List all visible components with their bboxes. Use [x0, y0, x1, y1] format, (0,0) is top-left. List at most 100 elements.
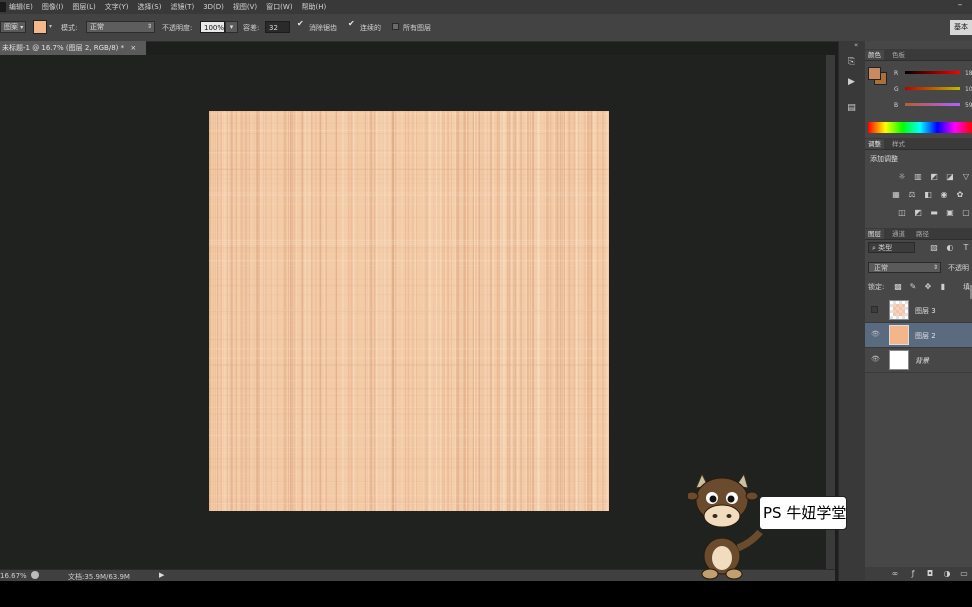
channel-g-value[interactable]: 10	[965, 86, 972, 93]
eye-icon[interactable]: 👁	[871, 330, 880, 338]
new-adjustment-icon[interactable]: ◑	[942, 569, 952, 578]
actions-play-icon[interactable]: ▶	[843, 74, 860, 90]
adjust-panel-tabs: 调整 样式	[865, 138, 972, 150]
menu-select[interactable]: 选择(S)	[138, 2, 162, 12]
menu-view[interactable]: 视图(V)	[233, 2, 257, 12]
channel-g-label: G	[894, 86, 899, 93]
posterize-icon[interactable]: ◩	[913, 208, 923, 217]
gradient-map-icon[interactable]: ▣	[945, 208, 955, 217]
blend-mode-value: 正常	[874, 264, 888, 272]
exposure-icon[interactable]: ◪	[945, 172, 955, 181]
channel-mixer-icon[interactable]: ✿	[955, 190, 965, 199]
link-layers-icon[interactable]: ∞	[890, 569, 900, 578]
fill-swatch[interactable]	[33, 20, 47, 34]
menu-edit[interactable]: 编辑(E)	[9, 2, 33, 12]
brightness-icon[interactable]: ☼	[897, 172, 907, 181]
lock-move-icon[interactable]: ✥	[923, 282, 933, 291]
minimize-icon[interactable]: –	[954, 0, 966, 12]
layer-thumbnail	[889, 325, 909, 345]
layer-name[interactable]: 背景	[915, 356, 929, 366]
layer-row[interactable]: 图层 3	[865, 298, 972, 323]
antialias-checkbox[interactable]: ✔	[297, 19, 304, 28]
type-filter-icon[interactable]: T	[961, 243, 971, 252]
adjustment-filter-icon[interactable]: ◐	[945, 243, 955, 252]
export-icon[interactable]	[31, 571, 39, 579]
tab-styles[interactable]: 样式	[889, 139, 908, 149]
new-group-icon[interactable]: ▭	[959, 569, 969, 578]
vibrance-icon[interactable]: ▽	[961, 172, 971, 181]
curves-icon[interactable]: ◩	[929, 172, 939, 181]
zoom-level[interactable]: 16.67%	[0, 572, 27, 580]
channel-b-value[interactable]: 59	[965, 102, 972, 109]
layer-row[interactable]: 👁 背景	[865, 348, 972, 373]
color-balance-icon[interactable]: ⚖	[907, 190, 917, 199]
history-icon[interactable]: ⎘	[843, 54, 860, 70]
channel-g-slider[interactable]	[905, 87, 960, 90]
options-bar: 图案 ▾ ▾ 模式: 正常 ⇕ 不透明度: 100% ▾ 容差: 32 ✔ 消除锯…	[0, 14, 972, 42]
add-mask-icon[interactable]: ◘	[925, 569, 935, 578]
workspace-button[interactable]: 基本	[950, 20, 972, 35]
panels-column: 颜色 色板 R 18 G 10 B 59 调整 样式 添加调整 ☼ ▥ ◩ ◪ …	[865, 41, 972, 581]
tolerance-input[interactable]: 32	[265, 21, 290, 33]
menu-3d[interactable]: 3D(D)	[203, 3, 224, 11]
tab-color[interactable]: 颜色	[865, 50, 884, 60]
mode-select[interactable]: 正常 ⇕	[86, 21, 155, 33]
hue-saturation-icon[interactable]: ▦	[891, 190, 901, 199]
mascot-speech-bubble: PS 牛妞学堂	[759, 496, 847, 530]
channel-b-slider[interactable]	[905, 103, 960, 106]
fx-icon[interactable]: ƒ	[908, 569, 918, 578]
selective-color-icon[interactable]: ▢	[961, 208, 971, 217]
chevron-down-icon[interactable]: ▾	[49, 23, 52, 30]
layer-filter-select[interactable]: ⌕ 类型	[868, 242, 915, 253]
menu-image[interactable]: 图像(I)	[42, 2, 64, 12]
tab-adjustments[interactable]: 调整	[865, 139, 884, 149]
opacity-slider-button[interactable]: ▾	[225, 21, 238, 33]
channel-r-slider[interactable]	[905, 71, 960, 74]
menu-filter[interactable]: 滤镜(T)	[170, 2, 194, 12]
visibility-toggle[interactable]	[871, 306, 878, 313]
app-icon[interactable]	[0, 2, 6, 12]
black-white-icon[interactable]: ◧	[923, 190, 933, 199]
color-spectrum-bar[interactable]	[868, 122, 972, 133]
layer-row-selected[interactable]: 👁 图层 2	[865, 323, 972, 348]
all-layers-checkbox[interactable]	[392, 23, 399, 30]
lock-paint-icon[interactable]: ✎	[908, 282, 918, 291]
tab-paths[interactable]: 路径	[913, 229, 932, 239]
close-icon[interactable]: ×	[130, 44, 136, 52]
mode-label: 模式:	[61, 24, 78, 32]
layer-name[interactable]: 图层 2	[915, 331, 936, 341]
foreground-color-swatch[interactable]	[868, 67, 881, 80]
threshold-icon[interactable]: ▬	[929, 208, 939, 217]
photo-filter-icon[interactable]: ◉	[939, 190, 949, 199]
lock-all-icon[interactable]: ▮	[938, 282, 948, 291]
invert-icon[interactable]: ◫	[897, 208, 907, 217]
menu-window[interactable]: 窗口(W)	[266, 2, 292, 12]
tolerance-label: 容差:	[243, 24, 260, 32]
document-tab[interactable]: 未标题-1 @ 16.7% (图层 2, RGB/8) * ×	[0, 41, 146, 55]
layer-opacity-label: 不透明	[948, 264, 969, 272]
channel-r-value[interactable]: 18	[965, 70, 972, 77]
menu-help[interactable]: 帮助(H)	[302, 2, 327, 12]
lock-transparency-icon[interactable]: ▩	[893, 282, 903, 291]
properties-icon[interactable]: ▤	[843, 100, 860, 116]
layer-name[interactable]: 图层 3	[915, 306, 936, 316]
layers-panel-tabs: 图层 通道 路径	[865, 228, 972, 240]
pixel-filter-icon[interactable]: ▨	[929, 243, 939, 252]
letterbox	[0, 581, 972, 607]
tool-preset-picker[interactable]: 图案 ▾	[0, 21, 26, 33]
menu-type[interactable]: 文字(Y)	[105, 2, 129, 12]
eye-icon[interactable]: 👁	[871, 355, 880, 363]
opacity-input[interactable]: 100%	[200, 21, 225, 33]
collapse-icon[interactable]: «	[854, 41, 858, 49]
blend-mode-select[interactable]: 正常 ⇕	[868, 262, 941, 273]
contiguous-checkbox[interactable]: ✔	[348, 19, 355, 28]
tab-layers[interactable]: 图层	[865, 229, 884, 239]
color-panel-tabs: 颜色 色板	[865, 49, 972, 61]
tab-channels[interactable]: 通道	[889, 229, 908, 239]
status-menu-arrow-icon[interactable]: ▶	[159, 571, 164, 579]
menu-layer[interactable]: 图层(L)	[72, 2, 95, 12]
tab-swatches[interactable]: 色板	[889, 50, 908, 60]
vertical-scrollbar[interactable]	[826, 55, 835, 571]
document-canvas[interactable]	[209, 111, 609, 511]
levels-icon[interactable]: ▥	[913, 172, 923, 181]
